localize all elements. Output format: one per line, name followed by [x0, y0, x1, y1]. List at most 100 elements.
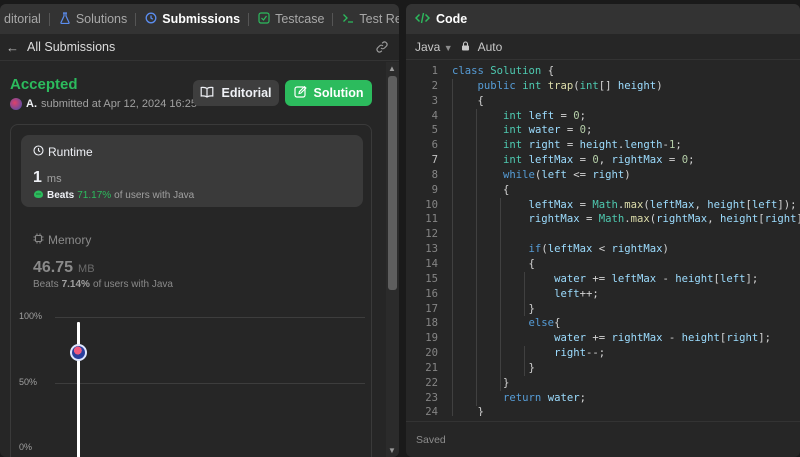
- code-text: left++;: [554, 287, 599, 300]
- vertical-scrollbar[interactable]: ▲ ▼: [386, 62, 399, 457]
- runtime-label: Runtime: [48, 145, 93, 159]
- code-editor[interactable]: 1 class Solution {2 public int trap(int[]…: [406, 64, 800, 416]
- lock-icon: [461, 40, 470, 54]
- line-number: 12: [425, 228, 438, 241]
- memory-beats: Beats 7.14% of users with Java: [33, 279, 173, 290]
- line-number: 21: [425, 361, 438, 374]
- code-line[interactable]: 1 class Solution {: [406, 64, 800, 79]
- code-text: }: [452, 406, 484, 416]
- code-line[interactable]: 12: [406, 227, 800, 242]
- tab-solutions[interactable]: Solutions: [50, 4, 137, 34]
- runtime-number: 1: [33, 169, 42, 186]
- checkbox-icon: [258, 11, 270, 27]
- performance-card: Runtime 1 ms Beats 71.17% of users with …: [10, 124, 372, 457]
- gridline-100: [55, 317, 365, 318]
- code-line[interactable]: 9 {: [406, 183, 800, 198]
- scroll-down-icon[interactable]: ▼: [388, 446, 396, 455]
- code-text: int leftMax = 0, rightMax = 0;: [503, 154, 695, 167]
- code-panel: Code Java ▼ Auto 1 class Solution {2 publ…: [406, 4, 800, 457]
- code-line[interactable]: 13 if(leftMax < rightMax): [406, 242, 800, 257]
- code-text: rightMax = Math.max(rightMax, height[rig…: [528, 213, 800, 226]
- tab-label: Test Result: [359, 12, 399, 26]
- line-number: 6: [431, 139, 438, 152]
- code-text: while(left <= right): [503, 168, 631, 181]
- code-text: leftMax = Math.max(leftMax, height[left]…: [528, 198, 797, 211]
- submission-byline: A. submitted at Apr 12, 2024 16:25: [10, 98, 197, 110]
- solution-button[interactable]: Solution: [285, 80, 372, 106]
- avatar[interactable]: [10, 98, 22, 110]
- code-line[interactable]: 5 int water = 0;: [406, 123, 800, 138]
- code-line[interactable]: 2 public int trap(int[] height): [406, 79, 800, 94]
- beats-hand-icon: [33, 189, 44, 202]
- code-line[interactable]: 21 }: [406, 361, 800, 376]
- edit-icon: [293, 85, 307, 101]
- status-accepted: Accepted: [10, 76, 78, 93]
- left-tab-bar: ditorial Solutions Submissions Testcase …: [0, 4, 399, 34]
- code-text: return water;: [503, 391, 586, 404]
- memory-label: Memory: [48, 233, 92, 247]
- code-line[interactable]: 4 int left = 0;: [406, 109, 800, 124]
- tab-label: Solutions: [75, 12, 128, 26]
- scroll-up-icon[interactable]: ▲: [388, 64, 396, 73]
- code-text: water += leftMax - height[left];: [554, 272, 759, 285]
- code-line[interactable]: 8 while(left <= right): [406, 168, 800, 183]
- line-number: 1: [431, 65, 438, 77]
- line-number: 22: [425, 376, 438, 389]
- tab-label: ditorial: [4, 12, 41, 26]
- code-text: {: [452, 94, 484, 107]
- code-line[interactable]: 16 left++;: [406, 287, 800, 302]
- code-line[interactable]: 18 else{: [406, 316, 800, 331]
- tab-submissions[interactable]: Submissions: [136, 4, 250, 34]
- indent-guide: [524, 346, 525, 376]
- language-select[interactable]: Java ▼: [415, 40, 453, 54]
- link-icon[interactable]: [375, 40, 389, 57]
- all-submissions-title[interactable]: All Submissions: [27, 40, 115, 54]
- scrollbar-thumb[interactable]: [388, 76, 397, 290]
- tab-editorial[interactable]: ditorial: [0, 4, 50, 34]
- line-number: 20: [425, 347, 438, 360]
- line-number: 10: [425, 198, 438, 211]
- code-line[interactable]: 19 water += rightMax - height[right];: [406, 331, 800, 346]
- code-line[interactable]: 23 return water;: [406, 391, 800, 406]
- code-line[interactable]: 15 water += leftMax - height[left];: [406, 272, 800, 287]
- memory-distribution-chart[interactable]: 100% 50% 0%: [11, 305, 373, 457]
- tab-label: Testcase: [275, 12, 325, 26]
- tab-testcase[interactable]: Testcase: [249, 4, 334, 34]
- code-line[interactable]: 20 right--;: [406, 346, 800, 361]
- tab-test-result[interactable]: Test Result: [333, 4, 399, 34]
- memory-box[interactable]: Memory 46.75 MB Beats 7.14% of users wit…: [21, 225, 363, 295]
- code-line[interactable]: 11 rightMax = Math.max(rightMax, height[…: [406, 212, 800, 227]
- code-line[interactable]: 17 }: [406, 302, 800, 317]
- code-text: {: [452, 257, 535, 270]
- line-number: 18: [425, 317, 438, 330]
- line-number: 19: [425, 332, 438, 345]
- indent-guide: [524, 271, 525, 317]
- chevron-down-icon: ▼: [443, 42, 453, 53]
- solution-label: Solution: [313, 86, 364, 100]
- code-line[interactable]: 10 leftMax = Math.max(leftMax, height[le…: [406, 198, 800, 213]
- line-number: 16: [425, 287, 438, 300]
- line-number: 15: [425, 272, 438, 285]
- gridline-50: [55, 383, 365, 384]
- runtime-box[interactable]: Runtime 1 ms Beats 71.17% of users with …: [21, 135, 363, 207]
- editorial-button[interactable]: Editorial: [193, 80, 279, 106]
- submission-detail: Accepted A. submitted at Apr 12, 2024 16…: [0, 62, 386, 457]
- y-tick-50: 50%: [19, 377, 38, 387]
- auto-mode[interactable]: Auto: [478, 40, 503, 54]
- user-marker-avatar[interactable]: [70, 344, 87, 362]
- back-arrow-icon[interactable]: ←: [6, 40, 19, 55]
- code-line[interactable]: 14 {: [406, 257, 800, 272]
- code-line[interactable]: 3 {: [406, 94, 800, 109]
- history-icon: [145, 12, 157, 27]
- code-line[interactable]: 7 int leftMax = 0, rightMax = 0;: [406, 153, 800, 168]
- line-number: 4: [431, 109, 438, 122]
- line-number: 17: [425, 302, 438, 315]
- tab-label: Submissions: [162, 12, 241, 26]
- beats-prefix: Beats: [47, 190, 75, 201]
- submitted-at: submitted at Apr 12, 2024 16:25: [41, 98, 197, 110]
- code-line[interactable]: 22 }: [406, 376, 800, 391]
- code-line[interactable]: 24 }: [406, 405, 800, 416]
- username[interactable]: A.: [26, 98, 37, 110]
- code-line[interactable]: 6 int right = height.length-1;: [406, 138, 800, 153]
- line-number: 3: [431, 94, 438, 107]
